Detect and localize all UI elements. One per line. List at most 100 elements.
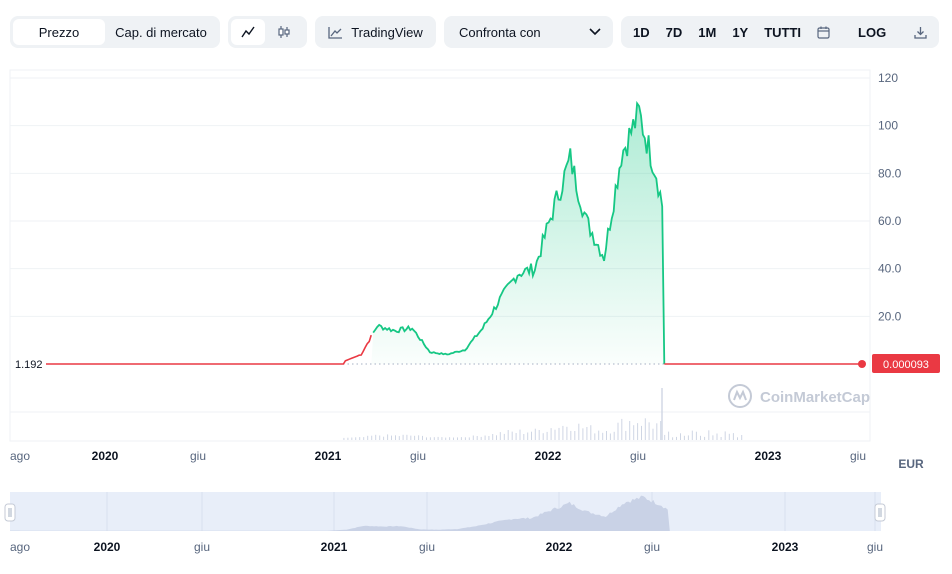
volume-bar: [562, 425, 564, 440]
watermark-text: CoinMarketCap: [760, 389, 870, 406]
volume-bar: [488, 436, 490, 440]
currency-label: EUR: [898, 457, 924, 471]
current-price-label: 0.000093: [883, 359, 929, 371]
volume-bar: [371, 435, 373, 440]
range-7d[interactable]: 7D: [658, 19, 691, 45]
volume-bar: [617, 422, 619, 440]
volume-bar: [398, 436, 400, 440]
volume-bar: [598, 430, 600, 440]
volume-bar: [550, 428, 552, 440]
volume-bar: [641, 425, 642, 440]
volume-bar: [484, 435, 486, 440]
candlestick-icon: [278, 26, 290, 38]
volume-bar: [426, 437, 427, 440]
navigator-tick-label: giu: [867, 540, 883, 554]
volume-bar: [661, 388, 663, 440]
volume-bar: [472, 435, 474, 440]
tradingview-button[interactable]: TradingView: [315, 16, 436, 48]
volume-bar: [359, 437, 361, 440]
range-1m[interactable]: 1M: [690, 19, 724, 45]
volume-bar: [652, 428, 654, 440]
volume-bar: [351, 437, 353, 440]
volume-bar: [566, 426, 568, 440]
volume-bar: [570, 430, 572, 440]
y-tick-label: 60.0: [878, 214, 902, 228]
volume-bar: [578, 423, 580, 440]
volume-bar: [613, 431, 615, 440]
volume-bar: [644, 418, 646, 440]
volume-bar: [546, 431, 548, 440]
volume-bar: [637, 423, 639, 440]
range-all[interactable]: TUTTI: [756, 19, 809, 45]
volume-bar: [724, 431, 726, 440]
price-chart[interactable]: CoinMarketCap 1.192 0.000093 120 100 80.0 6…: [0, 60, 952, 540]
market-cap-tab[interactable]: Cap. di mercato: [105, 19, 217, 45]
volume-bar: [531, 431, 532, 440]
volume-bar: [476, 436, 478, 440]
volume-bar: [445, 437, 447, 440]
download-icon: [914, 26, 927, 39]
volume-bar: [402, 434, 404, 440]
volume-bar: [625, 430, 627, 440]
volume-bar: [633, 425, 635, 440]
x-tick-label: 2022: [535, 449, 562, 463]
volume-bar: [586, 427, 588, 440]
chart-type-switch: Prezzo Cap. di mercato: [10, 16, 220, 48]
volume-bar: [460, 437, 462, 440]
volume-bar: [695, 431, 697, 440]
volume-bar: [590, 425, 592, 440]
volume-bar: [538, 430, 540, 440]
y-tick-label: 40.0: [878, 262, 902, 276]
volume-bar: [383, 436, 385, 440]
volume-bar: [480, 436, 482, 440]
volume-bar: [629, 421, 631, 440]
navigator-tick-label: giu: [194, 540, 210, 554]
volume-bar: [422, 435, 423, 440]
download-button[interactable]: [906, 19, 935, 45]
volume-bar: [503, 433, 505, 440]
navigator-tick-label: giu: [644, 540, 660, 554]
volume-bar: [457, 437, 458, 440]
navigator-tick-label: giu: [419, 540, 435, 554]
volume-bar: [391, 435, 392, 440]
volume-bar: [406, 434, 408, 440]
volume-bar: [523, 434, 525, 440]
volume-bar: [367, 435, 369, 440]
compare-dropdown[interactable]: Confronta con: [444, 16, 613, 48]
range-1d[interactable]: 1D: [625, 19, 658, 45]
navigator-tick-label: 2021: [321, 540, 348, 554]
volume-bar: [492, 434, 494, 440]
price-tab[interactable]: Prezzo: [13, 19, 105, 45]
volume-bar: [609, 433, 611, 440]
log-scale-toggle[interactable]: LOG: [850, 19, 894, 45]
volume-bar: [387, 434, 389, 440]
volume-bar: [691, 430, 693, 440]
navigator-right-handle[interactable]: [874, 503, 886, 522]
candlestick-chart-button[interactable]: [265, 19, 303, 45]
volume-bar: [355, 437, 357, 440]
tradingview-label: TradingView: [351, 24, 423, 40]
range-1y[interactable]: 1Y: [724, 19, 756, 45]
volume-bar: [728, 433, 730, 440]
x-tick-label: giu: [850, 449, 866, 463]
volume-bar: [441, 437, 443, 440]
navigator-tick-label: 2023: [772, 540, 799, 554]
volume-bar: [437, 436, 439, 440]
x-tick-label: giu: [410, 449, 426, 463]
volume-bar: [708, 430, 710, 440]
volume-bar: [375, 434, 377, 440]
volume-bar: [621, 418, 623, 440]
volume-bar: [527, 432, 529, 440]
range-navigator[interactable]: ago 2020 giu 2021 giu 2022 giu 2023 giu: [0, 490, 952, 560]
volume-bar: [418, 435, 420, 440]
navigator-tick-label: ago: [10, 540, 30, 554]
navigator-selection: [10, 492, 881, 531]
navigator-left-handle[interactable]: [4, 503, 16, 522]
tradingview-content: TradingView: [316, 19, 435, 45]
calendar-button[interactable]: [809, 19, 838, 45]
volume-bar: [606, 431, 607, 440]
line-chart-button[interactable]: [231, 19, 265, 45]
volume-bar: [737, 437, 738, 440]
volume-bar: [741, 435, 743, 440]
volume-bar: [720, 437, 722, 440]
